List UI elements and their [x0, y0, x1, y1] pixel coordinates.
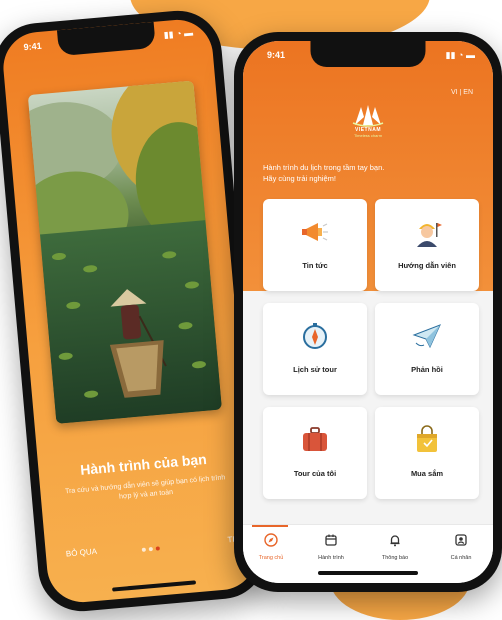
tile-label: Phản hồi — [411, 365, 443, 374]
skip-button[interactable]: BỎ QUA — [66, 547, 98, 559]
tab-label: Cá nhân — [450, 555, 472, 561]
home-indicator — [318, 571, 418, 575]
tab-label: Hành trình — [318, 555, 344, 561]
suitcase-icon — [303, 427, 327, 451]
tile-feedback[interactable]: Phản hồi — [375, 303, 479, 395]
tab-itinerary[interactable]: Hành trình — [303, 533, 359, 561]
lotus-logo-icon — [352, 105, 384, 127]
tab-label: Thông báo — [381, 555, 409, 561]
compass-tab-icon — [264, 533, 278, 547]
tile-label: Lịch sử tour — [293, 365, 337, 374]
tile-label: Tour của tôi — [293, 469, 337, 478]
phone-notch — [310, 41, 426, 67]
boat-rower-image — [109, 289, 167, 398]
onboarding-screen: 9:41 ▮▮ ◔ ▬ Hành trình của bạn Tra cứu v… — [0, 16, 260, 606]
active-tab-indicator — [252, 525, 288, 527]
logo-tagline: Timeless charm — [353, 133, 383, 138]
tile-tour-history[interactable]: Lịch sử tour — [263, 303, 367, 395]
pagination-dot — [148, 546, 153, 552]
tile-tour-guide[interactable]: Hướng dẫn viên — [375, 199, 479, 291]
language-switch[interactable]: VI | EN — [451, 89, 473, 96]
bottom-tab-bar: Trang chủ Hành trình Thông báo Cá nhân — [243, 524, 493, 583]
status-time: 9:41 — [267, 50, 286, 60]
tile-label: Mua sắm — [410, 469, 444, 478]
calendar-icon — [325, 534, 337, 546]
shopping-bag-icon — [417, 425, 437, 452]
megaphone-icon — [302, 223, 328, 241]
tab-notifications[interactable]: Thông báo — [367, 533, 423, 561]
tile-label: Hướng dẫn viên — [398, 261, 456, 270]
bell-icon — [390, 535, 400, 547]
pagination-dot — [141, 547, 147, 552]
paper-plane-icon — [412, 324, 441, 349]
tile-label: Tin tức — [302, 261, 328, 270]
compass-icon — [303, 323, 327, 349]
onboarding-photo — [27, 80, 222, 424]
tab-profile[interactable]: Cá nhân — [433, 533, 489, 561]
onboarding-phone: 9:41 ▮▮ ◔ ▬ Hành trình của bạn Tra cứu v… — [0, 7, 270, 615]
intro-text: Hành trình du lịch trong tầm tay bạn. Hã… — [263, 163, 385, 183]
tile-shopping[interactable]: Mua sắm — [375, 407, 479, 499]
phone-notch — [56, 21, 156, 57]
home-screen: 9:41 ▮▮ ◔ ▬ VI | EN VIETNAM Timeless cha… — [243, 41, 493, 583]
home-phone: 9:41 ▮▮ ◔ ▬ VI | EN VIETNAM Timeless cha… — [234, 32, 502, 592]
tile-my-tours[interactable]: Tour của tôi — [263, 407, 367, 499]
pagination-dots — [141, 537, 163, 557]
pagination-dot-active — [155, 546, 160, 551]
tab-label: Trang chủ — [258, 555, 284, 561]
vietnam-logo: VIETNAM Timeless charm — [351, 103, 385, 143]
status-icons: ▮▮ ◔ ▬ — [163, 27, 194, 40]
tour-guide-icon — [417, 223, 442, 247]
status-time: 9:41 — [23, 40, 42, 53]
home-indicator — [112, 580, 197, 592]
status-icons: ▮▮ ◔ ▬ — [445, 50, 475, 60]
tab-home[interactable]: Trang chủ — [243, 533, 299, 561]
onboarding-subtitle: Tra cứu và hướng dẫn viên sẽ giúp bạn có… — [64, 474, 226, 501]
tile-news[interactable]: Tin tức — [263, 199, 367, 291]
profile-icon — [455, 534, 467, 546]
